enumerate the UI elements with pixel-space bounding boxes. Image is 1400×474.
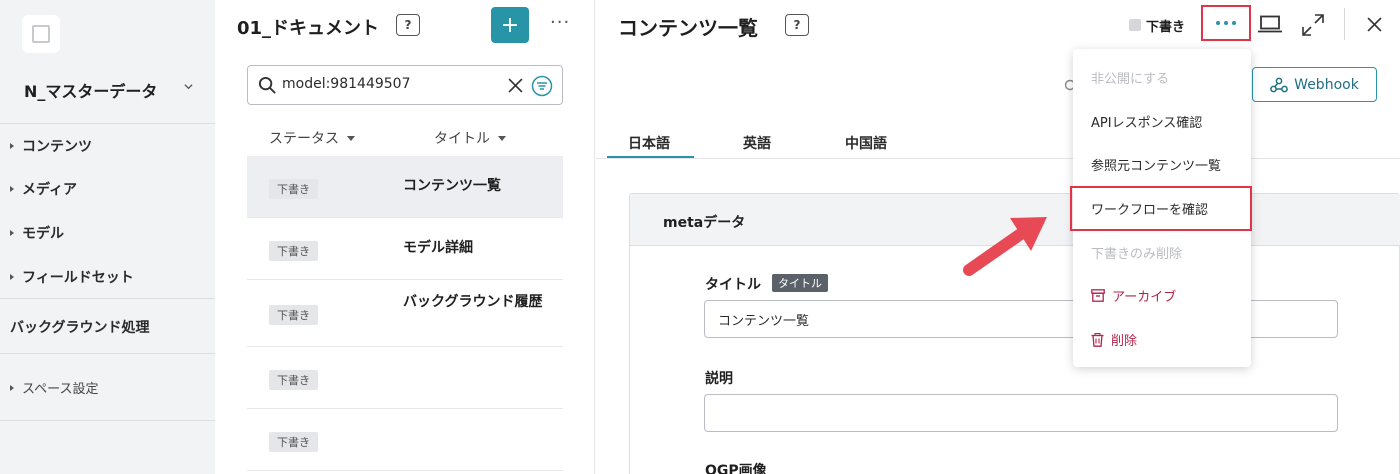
sidebar-divider — [0, 353, 215, 354]
status-label: 下書き — [1146, 20, 1186, 35]
sidebar-item-label: モデル — [22, 226, 64, 242]
ogp-field-label: OGP画像 — [705, 463, 767, 474]
column-header-status[interactable]: ステータス — [269, 128, 355, 148]
caret-right-icon — [10, 384, 14, 391]
help-icon[interactable]: ? — [785, 14, 809, 36]
tab-chinese[interactable]: 中国語 — [845, 133, 887, 153]
trash-icon — [1091, 332, 1104, 347]
menu-item-workflow[interactable]: ワークフローを確認 — [1091, 199, 1208, 218]
table-row[interactable]: 下書き コンテンツ一覧 — [247, 156, 563, 218]
status-badge: 下書き — [269, 370, 318, 390]
logo-icon — [32, 25, 50, 43]
menu-item-referrers[interactable]: 参照元コンテンツ一覧 — [1091, 155, 1221, 174]
archive-icon — [1091, 289, 1105, 302]
table-row[interactable]: 下書き — [247, 347, 563, 409]
search-input[interactable]: model:981449507 — [282, 76, 410, 92]
status-badge: 下書き — [269, 305, 318, 325]
menu-item-archive[interactable]: アーカイブ — [1091, 286, 1176, 305]
expand-icon[interactable] — [1302, 14, 1324, 36]
section-title: metaデータ — [663, 215, 746, 231]
sidebar-item-space-settings[interactable]: スペース設定 — [10, 378, 98, 397]
column-header-label: ステータス — [269, 131, 339, 147]
filter-icon[interactable] — [531, 75, 553, 97]
title-field-label: タイトル — [705, 277, 761, 293]
caret-right-icon — [10, 186, 14, 192]
sidebar-divider — [0, 420, 215, 421]
annotation-arrow-icon — [963, 217, 1047, 276]
menu-item-label: 非公開にする — [1091, 72, 1170, 87]
tab-english[interactable]: 英語 — [743, 133, 771, 153]
sidebar-item-label: スペース設定 — [22, 382, 99, 397]
sidebar-item-background[interactable]: バックグラウンド処理 — [10, 317, 149, 337]
tabs-divider — [596, 158, 1400, 159]
menu-item-delete-draft[interactable]: 下書きのみ削除 — [1091, 243, 1182, 262]
list-more-icon[interactable]: ··· — [550, 12, 570, 33]
webhook-button[interactable]: Webhook — [1252, 67, 1377, 102]
status-badge: 下書き — [269, 179, 318, 199]
table-row[interactable]: 下書き — [247, 409, 563, 471]
menu-item-api-response[interactable]: APIレスポンス確認 — [1091, 112, 1202, 131]
webhook-icon — [1270, 77, 1289, 92]
caret-right-icon — [10, 143, 14, 149]
search-icon — [258, 76, 276, 94]
table-row[interactable]: 下書き バックグラウンド履歴 — [247, 280, 563, 347]
sidebar-item-label: メディア — [22, 182, 78, 198]
status-indicator — [1129, 19, 1141, 31]
webhook-label: Webhook — [1294, 76, 1359, 93]
sidebar: N_マスターデータ コンテンツ メディア モデル フィールドセット バックグラウ… — [0, 0, 215, 474]
folder-title: 01_ドキュメント — [237, 18, 380, 39]
description-field-label: 説明 — [705, 371, 733, 387]
sort-caret-icon — [498, 135, 506, 141]
more-dots-icon — [1216, 21, 1236, 25]
field-type-tag: タイトル — [772, 274, 828, 292]
sidebar-item-contents[interactable]: コンテンツ — [10, 136, 92, 156]
page-title: コンテンツ一覧 — [618, 16, 758, 40]
sidebar-item-fieldsets[interactable]: フィールドセット — [10, 267, 134, 287]
space-name[interactable]: N_マスターデータ — [24, 78, 157, 102]
search-field[interactable]: model:981449507 — [247, 65, 563, 105]
laptop-preview-icon[interactable] — [1258, 15, 1282, 33]
clear-icon[interactable] — [508, 78, 523, 93]
sidebar-divider — [0, 123, 215, 124]
menu-item-label: APIレスポンス確認 — [1091, 116, 1203, 131]
status-badge: 下書き — [269, 241, 318, 261]
menu-item-label: 参照元コンテンツ一覧 — [1091, 159, 1222, 174]
caret-right-icon — [10, 274, 14, 280]
close-icon[interactable] — [1367, 17, 1382, 32]
sidebar-divider — [0, 298, 215, 299]
menu-item-delete[interactable]: 削除 — [1091, 330, 1137, 349]
menu-item-label: 下書きのみ削除 — [1091, 247, 1183, 262]
sidebar-item-models[interactable]: モデル — [10, 223, 64, 243]
add-content-button[interactable]: + — [491, 7, 529, 43]
content-list-panel: 01_ドキュメント ? + ··· model:981449507 ステータス … — [215, 0, 595, 474]
menu-item-unpublish[interactable]: 非公開にする — [1091, 68, 1169, 87]
menu-item-label: ワークフローを確認 — [1091, 203, 1209, 218]
menu-item-label: 削除 — [1111, 334, 1138, 349]
table-row[interactable]: 下書き モデル詳細 — [247, 218, 563, 280]
sidebar-item-label: コンテンツ — [22, 139, 92, 155]
column-header-title[interactable]: タイトル — [434, 128, 506, 148]
row-title: コンテンツ一覧 — [403, 178, 501, 194]
sidebar-item-media[interactable]: メディア — [10, 179, 77, 199]
row-title: バックグラウンド履歴 — [403, 294, 543, 310]
sort-caret-icon — [347, 135, 355, 141]
sidebar-item-label: フィールドセット — [22, 270, 134, 286]
row-title: モデル詳細 — [403, 240, 473, 256]
description-input[interactable] — [704, 394, 1338, 432]
chevron-down-icon[interactable] — [184, 82, 193, 91]
more-actions-menu: 非公開にする APIレスポンス確認 参照元コンテンツ一覧 ワークフローを確認 下… — [1070, 49, 1252, 367]
caret-right-icon — [10, 230, 14, 236]
menu-item-label: アーカイブ — [1112, 290, 1177, 305]
help-icon[interactable]: ? — [396, 14, 420, 36]
tab-japanese[interactable]: 日本語 — [628, 133, 670, 153]
column-header-label: タイトル — [434, 131, 490, 147]
space-logo[interactable] — [22, 15, 60, 53]
more-actions-button[interactable] — [1201, 5, 1251, 41]
status-badge: 下書き — [269, 432, 318, 452]
header-divider — [1344, 8, 1345, 40]
